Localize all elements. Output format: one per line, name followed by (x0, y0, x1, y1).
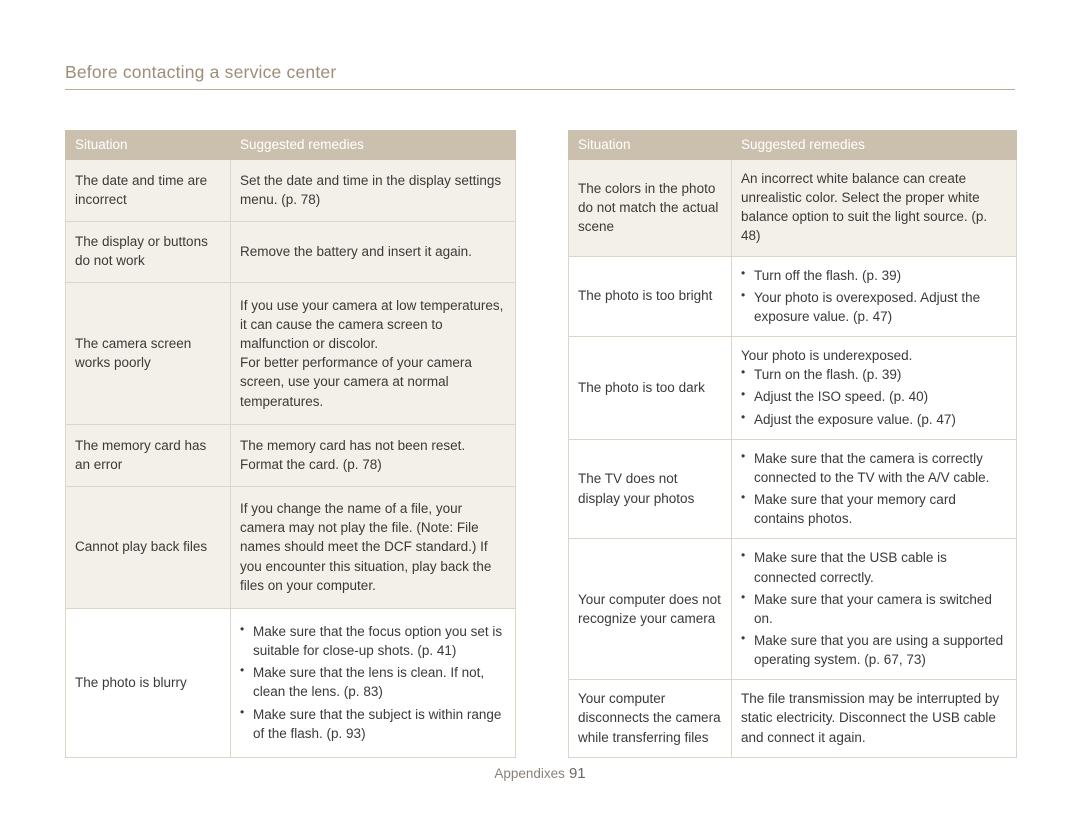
remedy-bullet-list: Turn off the flash. (p. 39) Your photo i… (741, 265, 1006, 326)
remedy-bullet: Make sure that you are using a supported… (741, 630, 1006, 669)
column-header-remedies: Suggested remedies (731, 130, 1017, 160)
remedy-bullet: Make sure that the subject is within ran… (240, 704, 505, 743)
page-title: Before contacting a service center (65, 62, 337, 82)
table-row: The photo is too bright Turn off the fla… (568, 255, 1017, 338)
table-row: Your computer does not recognize your ca… (568, 538, 1017, 681)
footer-label: Appendixes (494, 766, 565, 781)
troubleshooting-table-right: Situation Suggested remedies The colors … (568, 130, 1017, 758)
remedy-cell: The memory card has not been reset. Form… (230, 424, 516, 487)
situation-cell: The photo is too dark (568, 336, 732, 440)
column-header-situation: Situation (568, 130, 732, 160)
remedy-bullet: Make sure that the USB cable is connecte… (741, 547, 1006, 586)
situation-cell: The colors in the photo do not match the… (568, 159, 732, 257)
remedy-paragraph: If you use your camera at low temperatur… (240, 297, 504, 352)
remedy-bullet: Turn on the flash. (p. 39) (741, 364, 1006, 384)
remedy-bullet-list: Make sure that the focus option you set … (240, 621, 505, 743)
remedy-bullet: Make sure that your camera is switched o… (741, 589, 1006, 628)
remedy-cell: Your photo is underexposed. Turn on the … (731, 336, 1017, 440)
remedy-paragraph: For better performance of your camera sc… (240, 355, 472, 409)
table-row: The colors in the photo do not match the… (568, 159, 1017, 257)
remedy-cell: Make sure that the focus option you set … (230, 608, 516, 758)
situation-cell: Cannot play back files (65, 485, 231, 610)
remedy-bullet: Adjust the ISO speed. (p. 40) (741, 386, 1006, 406)
situation-cell: The photo is too bright (568, 255, 732, 338)
remedy-cell: Make sure that the camera is correctly c… (731, 438, 1017, 540)
situation-cell: The date and time are incorrect (65, 159, 231, 222)
situation-cell: The memory card has an error (65, 424, 231, 487)
remedy-cell: Set the date and time in the display set… (230, 159, 516, 222)
table-row: The TV does not display your photos Make… (568, 438, 1017, 540)
table-row: The date and time are incorrect Set the … (65, 159, 516, 222)
remedy-cell: An incorrect white balance can create un… (731, 159, 1017, 257)
table-header-row: Situation Suggested remedies (65, 130, 516, 160)
column-header-situation: Situation (65, 130, 231, 160)
remedy-bullet: Turn off the flash. (p. 39) (741, 265, 1006, 285)
remedy-cell: Turn off the flash. (p. 39) Your photo i… (731, 255, 1017, 338)
table-row: Cannot play back files If you change the… (65, 485, 516, 610)
troubleshooting-table-left: Situation Suggested remedies The date an… (65, 130, 516, 758)
situation-cell: The TV does not display your photos (568, 438, 732, 540)
remedy-bullet-list: Turn on the flash. (p. 39) Adjust the IS… (741, 364, 1006, 429)
document-page: Before contacting a service center Situa… (0, 0, 1080, 815)
table-row: The memory card has an error The memory … (65, 424, 516, 487)
situation-cell: Your computer does not recognize your ca… (568, 538, 732, 681)
situation-cell: The display or buttons do not work (65, 220, 231, 284)
remedy-cell: If you use your camera at low temperatur… (230, 282, 516, 426)
remedy-cell: Remove the battery and insert it again. (230, 220, 516, 284)
situation-cell: The photo is blurry (65, 608, 231, 758)
table-row: Your computer disconnects the camera whi… (568, 679, 1017, 758)
page-header: Before contacting a service center (65, 62, 1015, 90)
column-header-remedies: Suggested remedies (230, 130, 516, 160)
situation-cell: Your computer disconnects the camera whi… (568, 679, 732, 758)
troubleshooting-tables: Situation Suggested remedies The date an… (65, 130, 1017, 758)
table-row: The photo is too dark Your photo is unde… (568, 336, 1017, 440)
table-row: The camera screen works poorly If you us… (65, 282, 516, 426)
header-divider (65, 89, 1015, 90)
remedy-bullet: Make sure that your memory card contains… (741, 489, 1006, 528)
remedy-bullet-list: Make sure that the USB cable is connecte… (741, 547, 1006, 669)
remedy-bullet-list: Make sure that the camera is correctly c… (741, 448, 1006, 529)
page-number: 91 (568, 765, 586, 782)
remedy-cell: If you change the name of a file, your c… (230, 485, 516, 610)
remedy-bullet: Your photo is overexposed. Adjust the ex… (741, 287, 1006, 326)
remedy-bullet: Make sure that the focus option you set … (240, 621, 505, 660)
remedy-bullet: Adjust the exposure value. (p. 47) (741, 409, 1006, 429)
table-row: The photo is blurry Make sure that the f… (65, 608, 516, 758)
remedy-bullet: Make sure that the lens is clean. If not… (240, 662, 505, 701)
page-footer: Appendixes 91 (0, 765, 1080, 782)
remedy-lead-text: Your photo is underexposed. (741, 348, 913, 364)
remedy-cell: Make sure that the USB cable is connecte… (731, 538, 1017, 681)
table-row: The display or buttons do not work Remov… (65, 220, 516, 284)
situation-cell: The camera screen works poorly (65, 282, 231, 426)
remedy-bullet: Make sure that the camera is correctly c… (741, 448, 1006, 487)
table-header-row: Situation Suggested remedies (568, 130, 1017, 160)
remedy-cell: The file transmission may be interrupted… (731, 679, 1017, 758)
